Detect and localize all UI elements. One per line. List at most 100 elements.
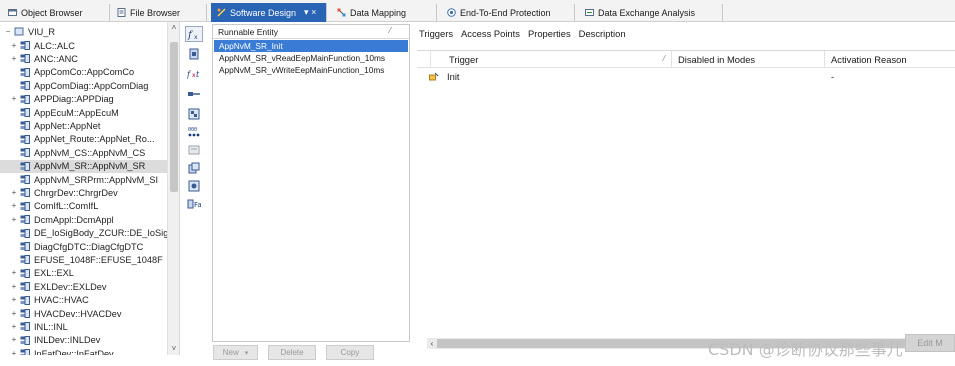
column-header-activation-reason[interactable]: Activation Reason <box>825 51 955 68</box>
copy-button[interactable]: Copy <box>326 345 374 360</box>
connector-button[interactable] <box>185 86 203 102</box>
tree-item[interactable]: +AppNvM_CS::AppNvM_CS <box>0 146 168 159</box>
tree-item[interactable]: + ANC::ANC <box>0 52 168 65</box>
sort-icon[interactable]: ⁄ <box>664 54 665 63</box>
tab-data-mapping[interactable]: Data Mapping <box>331 4 437 21</box>
watermark-text: CSDN @诊断协议那些事儿 <box>708 340 903 359</box>
tree-scrollbar[interactable]: ˄ ˅ <box>167 22 179 355</box>
runnable-fx-button[interactable]: fx <box>185 26 203 42</box>
scroll-up-icon[interactable]: ˄ <box>168 22 179 34</box>
tree-item[interactable]: + INLDev::INLDev <box>0 334 168 347</box>
runnable-list-item[interactable]: AppNvM_SR_Init <box>214 40 408 52</box>
tab-object-browser[interactable]: Object Browser <box>2 4 110 21</box>
tree-root[interactable]: − VIU_R <box>0 25 168 38</box>
tree-item[interactable]: +AppNvM_SRPrm::AppNvM_SI <box>0 173 168 186</box>
expand-icon[interactable]: + <box>10 188 18 197</box>
tab-close-control[interactable]: ▾ × <box>304 7 316 18</box>
tree-item-label: ANC::ANC <box>34 53 78 64</box>
sort-icon[interactable]: ⁄ <box>390 26 391 35</box>
software-component-icon <box>20 188 30 198</box>
expand-icon[interactable]: + <box>10 202 18 210</box>
tab-description[interactable]: Description <box>575 24 630 42</box>
expand-icon[interactable]: + <box>10 296 18 304</box>
tree-item[interactable]: +AppNvM_SR::AppNvM_SR <box>0 159 168 173</box>
tree-item[interactable]: + ComIfL::ComIfL <box>0 200 168 213</box>
tree-item-label: HVAC::HVAC <box>34 295 89 306</box>
data-element-button[interactable]: 000 <box>185 124 203 140</box>
software-component-icon <box>20 148 30 158</box>
tab-triggers[interactable]: Triggers <box>415 24 457 42</box>
expand-icon[interactable]: + <box>10 282 18 291</box>
software-component-icon <box>20 94 30 104</box>
pim-button[interactable] <box>185 160 203 176</box>
delete-button[interactable]: Delete <box>268 345 316 360</box>
tree-item-label: AppComCo::AppComCo <box>34 67 135 78</box>
component-button[interactable] <box>185 106 203 122</box>
tab-access-points[interactable]: Access Points <box>457 24 524 42</box>
expand-icon[interactable]: + <box>10 269 18 277</box>
collapse-icon[interactable]: − <box>4 27 12 36</box>
tree-item[interactable]: +AppComDiag::AppComDiag <box>0 79 168 92</box>
software-component-icon <box>20 228 30 238</box>
runnable-column-header[interactable]: Runnable Entity ⁄ <box>213 25 409 39</box>
column-header-trigger[interactable]: Trigger ⁄ <box>443 51 672 68</box>
software-component-icon <box>20 81 30 91</box>
expand-icon[interactable]: + <box>10 349 18 355</box>
tab-end-to-end-protection[interactable]: End-To-End Protection <box>441 4 575 21</box>
expand-icon[interactable]: + <box>10 309 18 318</box>
runnable-list-item[interactable]: AppNvM_SR_vWriteEepMainFunction_10ms <box>214 64 408 76</box>
tree-item[interactable]: + ChrgrDev::ChrgrDev <box>0 186 168 199</box>
expand-icon[interactable]: + <box>10 54 18 63</box>
trigger-grid: Trigger ⁄ Disabled in Modes Activation R… <box>417 50 955 350</box>
mapping-button[interactable]: Fa <box>185 196 203 212</box>
column-header-disabled-modes[interactable]: Disabled in Modes <box>672 51 825 68</box>
tree-item[interactable]: + EXL::EXL <box>0 267 168 280</box>
dropdown-arrow-icon[interactable]: ▾ <box>245 349 249 357</box>
scroll-down-icon[interactable]: ˅ <box>168 343 179 355</box>
tree-item[interactable]: + DcmAppl::DcmAppl <box>0 213 168 226</box>
interrunnable-button[interactable]: fxt <box>185 66 203 82</box>
svg-text:Fa: Fa <box>194 201 201 209</box>
detail-tab-strip: Triggers Access Points Properties Descri… <box>415 24 630 42</box>
tab-properties[interactable]: Properties <box>524 24 575 42</box>
new-button[interactable]: New ▾ <box>213 345 258 360</box>
scroll-thumb[interactable] <box>170 42 178 192</box>
tree-item[interactable]: +DE_IoSigBody_ZCUR::DE_IoSig <box>0 227 168 240</box>
tree-item[interactable]: + INL::INL <box>0 320 168 333</box>
expand-icon[interactable]: + <box>10 95 18 103</box>
tree-item[interactable]: +AppEcuM::AppEcuM <box>0 106 168 119</box>
tab-file-browser[interactable]: File Browser <box>111 4 207 21</box>
software-component-icon <box>20 255 30 265</box>
mode-button[interactable] <box>185 142 203 158</box>
tree-item[interactable]: +AppComCo::AppComCo <box>0 66 168 79</box>
expand-icon[interactable]: + <box>10 215 18 224</box>
tree-item[interactable]: + EXLDev::EXLDev <box>0 280 168 293</box>
tree-item[interactable]: + HVACDev::HVACDev <box>0 307 168 320</box>
expand-icon[interactable]: + <box>10 336 18 344</box>
edit-modes-button[interactable]: Edit M <box>905 334 955 352</box>
software-component-icon <box>20 41 30 50</box>
tree-item[interactable]: +AppNet::AppNet <box>0 119 168 132</box>
expand-icon[interactable]: + <box>10 41 18 50</box>
grid-header: Trigger ⁄ Disabled in Modes Activation R… <box>417 51 955 68</box>
tree-item-label: DE_IoSigBody_ZCUR::DE_IoSig <box>34 228 168 239</box>
port-button[interactable] <box>185 46 203 62</box>
tab-data-exchange-analysis[interactable]: Data Exchange Analysis <box>579 4 723 21</box>
tree-item[interactable]: +EFUSE_1048F::EFUSE_1048F <box>0 253 168 266</box>
calibration-button[interactable] <box>185 178 203 194</box>
table-row[interactable]: Init - <box>417 69 955 83</box>
tree-item[interactable]: + HVAC::HVAC <box>0 294 168 307</box>
runnable-detail-panel: Triggers Access Points Properties Descri… <box>415 24 955 366</box>
tree-item[interactable]: + InFatDev::InFatDev <box>0 347 168 355</box>
tree-item[interactable]: +DiagCfgDTC::DiagCfgDTC <box>0 240 168 253</box>
tree-item[interactable]: + ALC::ALC <box>0 39 168 52</box>
scroll-left-icon[interactable]: ‹ <box>427 338 437 349</box>
tab-software-design[interactable]: Software Design ▾ × <box>211 3 327 22</box>
tree-item-label: DcmAppl::DcmAppl <box>34 214 114 225</box>
expand-icon[interactable]: + <box>10 322 18 331</box>
tree-item-label: AppNet_Route::AppNet_Ro... <box>34 134 155 145</box>
runnable-list-item[interactable]: AppNvM_SR_vReadEepMainFunction_10ms <box>214 52 408 64</box>
tree-item[interactable]: +AppNet_Route::AppNet_Ro... <box>0 133 168 146</box>
tree-item[interactable]: + APPDiag::APPDiag <box>0 93 168 106</box>
tree-item-label: AppEcuM::AppEcuM <box>34 107 119 118</box>
